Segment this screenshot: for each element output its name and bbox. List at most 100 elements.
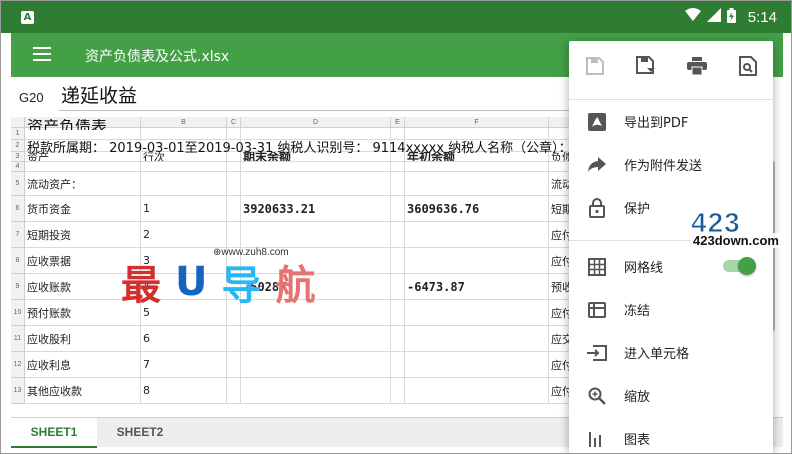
print-icon[interactable] [671, 41, 722, 91]
table-cell[interactable] [405, 326, 549, 352]
save-icon[interactable] [569, 41, 620, 91]
column-header[interactable]: D [241, 117, 391, 128]
tab-sheet1[interactable]: SHEET1 [11, 418, 97, 448]
table-cell[interactable] [391, 196, 405, 222]
table-cell[interactable]: 货币资金 [25, 196, 141, 222]
clock: 5:14 [747, 8, 777, 26]
table-cell[interactable] [391, 326, 405, 352]
chart-icon [585, 427, 609, 451]
table-cell[interactable] [241, 222, 391, 248]
menu-item-label: 保护 [624, 202, 651, 217]
tax-info-text: 税款所属期： 2019-03-01至2019-03-31 纳税人识别号： 911… [27, 141, 572, 156]
select-all-corner[interactable] [11, 117, 25, 128]
row-header[interactable]: 13 [11, 378, 25, 404]
row-header[interactable]: 7 [11, 222, 25, 248]
table-cell[interactable] [391, 248, 405, 274]
table-cell[interactable] [241, 326, 391, 352]
table-cell[interactable]: 3920633.21 [241, 196, 391, 222]
column-header[interactable]: E [391, 117, 405, 128]
menu-item-freeze[interactable]: 冻结 [569, 288, 773, 331]
save-as-icon[interactable] [620, 41, 671, 91]
watermark-char: 导 [221, 263, 262, 309]
table-cell[interactable] [241, 172, 391, 196]
table-cell[interactable]: 3609636.76 [405, 196, 549, 222]
table-cell[interactable]: 流动资产： [25, 172, 141, 196]
table-cell[interactable] [227, 196, 241, 222]
row-header[interactable]: 8 [11, 248, 25, 274]
table-cell[interactable]: 应收利息 [25, 352, 141, 378]
row-header[interactable]: 11 [11, 326, 25, 352]
menu-icon-row [569, 41, 773, 91]
table-cell[interactable]: 2 [141, 222, 227, 248]
row-header[interactable]: 3 [11, 152, 25, 162]
menu-item-label: 进入单元格 [624, 347, 690, 362]
table-cell[interactable] [391, 222, 405, 248]
row-header[interactable]: 9 [11, 274, 25, 300]
table-cell[interactable] [405, 378, 549, 404]
menu-item-zoom[interactable]: 缩放 [569, 374, 773, 417]
table-cell[interactable]: 应收股利 [25, 326, 141, 352]
table-cell[interactable]: 其他应收款 [25, 378, 141, 404]
table-cell[interactable]: 1 [141, 196, 227, 222]
table-cell[interactable] [405, 352, 549, 378]
gridlines-toggle[interactable] [723, 257, 756, 275]
watermark-char: U [175, 259, 208, 305]
table-cell[interactable] [405, 172, 549, 196]
table-cell[interactable] [241, 378, 391, 404]
table-cell[interactable] [391, 352, 405, 378]
column-header[interactable]: F [405, 117, 549, 128]
table-cell[interactable] [141, 172, 227, 196]
table-cell[interactable] [405, 300, 549, 326]
row-header[interactable]: 10 [11, 300, 25, 326]
cell-reference[interactable]: G20 [19, 90, 44, 105]
table-cell[interactable]: 短期投资 [25, 222, 141, 248]
row-header[interactable]: 12 [11, 352, 25, 378]
table-cell[interactable]: 6 [141, 326, 227, 352]
row-header[interactable]: 2 [11, 140, 25, 152]
table-cell[interactable] [227, 222, 241, 248]
table-cell[interactable] [391, 172, 405, 196]
table-cell[interactable] [241, 352, 391, 378]
column-header[interactable]: C [227, 117, 241, 128]
menu-item-export-pdf[interactable]: 导出到PDF [569, 100, 773, 143]
table-cell[interactable] [405, 162, 549, 172]
menu-item-label: 缩放 [624, 390, 651, 405]
menu-item-send-attachment[interactable]: 作为附件发送 [569, 143, 773, 186]
menu-icon[interactable] [33, 47, 51, 61]
table-cell[interactable]: 8 [141, 378, 227, 404]
table-cell[interactable] [227, 326, 241, 352]
table-cell[interactable] [241, 162, 391, 172]
menu-item-chart[interactable]: 图表 [569, 417, 773, 453]
menu-item-label: 网格线 [624, 261, 664, 276]
table-cell[interactable] [391, 162, 405, 172]
lock-icon [585, 196, 609, 220]
watermark-423down: 423 423down.com [691, 207, 791, 257]
watermark-char: 最 [121, 263, 161, 309]
formula-input[interactable]: 递延收益 [59, 83, 599, 111]
table-cell[interactable] [391, 378, 405, 404]
watermark-char: 航 [275, 263, 316, 309]
row-header[interactable]: 1 [11, 128, 25, 140]
table-cell[interactable]: 7 [141, 352, 227, 378]
table-cell[interactable] [391, 300, 405, 326]
row-header[interactable]: 6 [11, 196, 25, 222]
table-cell[interactable] [141, 162, 227, 172]
watermark-logo: 最 U 导 航 [121, 253, 315, 311]
table-cell[interactable] [391, 274, 405, 300]
table-cell[interactable] [227, 162, 241, 172]
row-header[interactable]: 5 [11, 172, 25, 196]
table-cell[interactable] [227, 352, 241, 378]
menu-item-enter-cell[interactable]: 进入单元格 [569, 331, 773, 374]
tab-sheet2[interactable]: SHEET2 [97, 418, 183, 448]
column-header[interactable]: B [141, 117, 227, 128]
table-cell[interactable] [25, 162, 141, 172]
find-icon[interactable] [722, 41, 773, 91]
table-cell[interactable] [405, 222, 549, 248]
status-bar: A 5:14 [1, 1, 791, 33]
table-cell[interactable] [227, 172, 241, 196]
table-cell[interactable]: -6473.87 [405, 274, 549, 300]
table-cell[interactable] [227, 378, 241, 404]
table-cell[interactable] [405, 248, 549, 274]
row-header[interactable]: 4 [11, 162, 25, 172]
sheet-title-text: 资产负债表 [27, 119, 108, 130]
